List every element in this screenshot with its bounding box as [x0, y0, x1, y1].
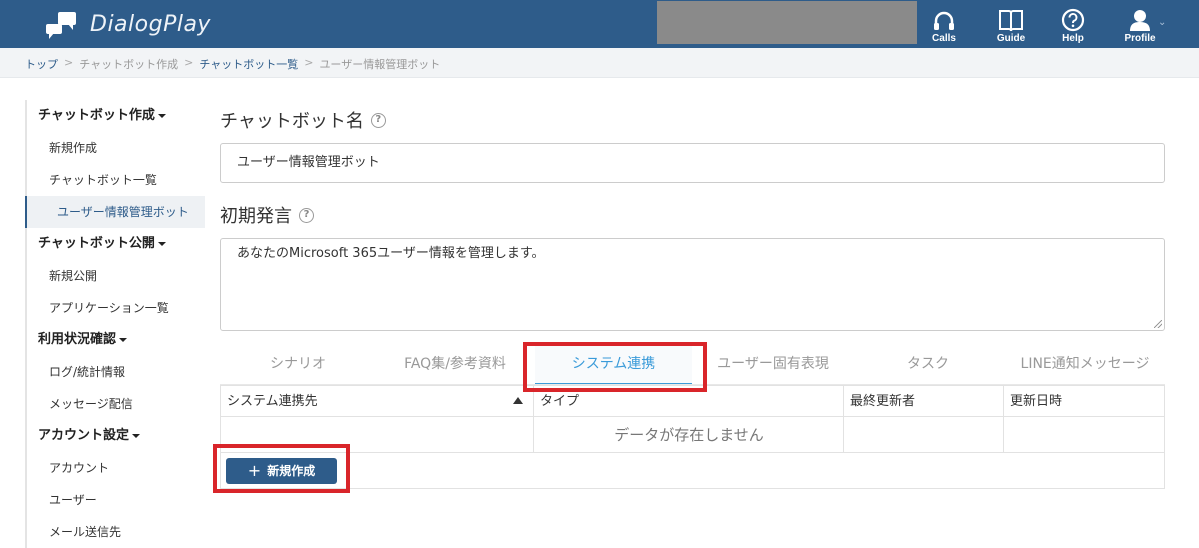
- sidebar-item-users[interactable]: ユーザー: [25, 484, 205, 516]
- tab-user-expressions[interactable]: ユーザー固有表現: [708, 345, 838, 385]
- sidebar-item-new[interactable]: 新規作成: [25, 132, 205, 164]
- breadcrumb-separator: >: [304, 56, 314, 69]
- column-header-target[interactable]: システム連携先: [221, 386, 534, 417]
- sidebar-section-create[interactable]: チャットボット作成: [25, 100, 205, 132]
- breadcrumb-top[interactable]: トップ: [25, 56, 58, 72]
- sidebar-item-messages[interactable]: メッセージ配信: [25, 388, 205, 420]
- breadcrumb-current: ユーザー情報管理ボット: [319, 58, 441, 71]
- sidebar-section-label: 利用状況確認: [38, 332, 117, 347]
- table-cell: [1004, 417, 1164, 453]
- bot-name-label: チャットボット名: [220, 111, 364, 132]
- bot-name-heading: チャットボット名 ?: [220, 107, 386, 133]
- caret-down-icon: [157, 113, 166, 118]
- sidebar-section-label: アカウント設定: [38, 428, 130, 443]
- breadcrumb-bar: トップ > チャットボット作成 > チャットボット一覧 > ユーザー情報管理ボッ…: [0, 48, 1199, 78]
- tab-task[interactable]: タスク: [880, 345, 976, 385]
- highlight-box-tab: [523, 342, 707, 392]
- bot-name-input[interactable]: ユーザー情報管理ボット: [220, 143, 1165, 183]
- chat-bubbles-icon: [44, 10, 78, 39]
- column-header-label: システム連携先: [227, 394, 318, 409]
- sidebar-section-label: チャットボット公開: [38, 236, 155, 251]
- nav-guide-label: Guide: [996, 33, 1026, 44]
- sidebar-item-account[interactable]: アカウント: [25, 452, 205, 484]
- sidebar-item-logs[interactable]: ログ/統計情報: [25, 356, 205, 388]
- sidebar: チャットボット作成 新規作成 チャットボット一覧 ユーザー情報管理ボット チャッ…: [25, 100, 205, 548]
- nav-calls-label: Calls: [932, 33, 956, 44]
- empty-table-message: データが存在しません: [614, 426, 764, 444]
- tab-scenario[interactable]: シナリオ: [240, 345, 356, 385]
- sidebar-item-mail[interactable]: メール送信先: [25, 516, 205, 548]
- greeting-label: 初期発言: [220, 206, 292, 227]
- resize-handle-icon[interactable]: [1154, 320, 1162, 328]
- highlight-box-button: [213, 444, 350, 493]
- question-icon: [1061, 8, 1085, 32]
- greeting-textarea[interactable]: あなたのMicrosoft 365ユーザー情報を管理します。: [220, 238, 1165, 331]
- caret-down-icon: [132, 433, 141, 438]
- caret-down-icon: [119, 337, 128, 342]
- headset-icon: [934, 11, 954, 30]
- tab-faq[interactable]: FAQ集/参考資料: [390, 345, 520, 385]
- column-header-last-updater[interactable]: 最終更新者: [844, 386, 1004, 417]
- integration-table: システム連携先 タイプ 最終更新者 更新日時 データが存在しません: [220, 385, 1165, 489]
- tab-line-notification[interactable]: LINE通知メッセージ: [1005, 345, 1165, 385]
- sidebar-section-publish[interactable]: チャットボット公開: [25, 228, 205, 260]
- sidebar-item-app-list[interactable]: アプリケーション一覧: [25, 292, 205, 324]
- sort-ascending-icon[interactable]: [513, 397, 523, 404]
- nav-help-label: Help: [1062, 33, 1084, 44]
- breadcrumb-bot-list[interactable]: チャットボット一覧: [199, 56, 298, 72]
- sidebar-section-account[interactable]: アカウント設定: [25, 420, 205, 452]
- breadcrumb-create: チャットボット作成: [79, 58, 179, 71]
- nav-help[interactable]: Help: [1043, 0, 1103, 48]
- breadcrumb-separator: >: [184, 56, 194, 69]
- app-name: DialogPlay: [90, 11, 211, 37]
- caret-down-icon: [157, 241, 166, 246]
- greeting-text: あなたのMicrosoft 365ユーザー情報を管理します。: [237, 246, 545, 261]
- top-navbar: DialogPlay Calls Guide Help Profile ⌄: [0, 0, 1199, 48]
- sidebar-section-label: チャットボット作成: [38, 108, 155, 123]
- chevron-down-icon[interactable]: ⌄: [1158, 17, 1166, 28]
- column-header-updated-at[interactable]: 更新日時: [1004, 386, 1164, 417]
- help-icon[interactable]: ?: [370, 112, 386, 128]
- book-icon: [999, 10, 1023, 32]
- app-logo[interactable]: DialogPlay: [44, 10, 211, 39]
- nav-guide[interactable]: Guide: [981, 0, 1041, 48]
- sidebar-section-usage[interactable]: 利用状況確認: [25, 324, 205, 356]
- sidebar-item-current-bot[interactable]: ユーザー情報管理ボット: [25, 196, 205, 228]
- table-cell: [844, 417, 1004, 453]
- nav-calls[interactable]: Calls: [914, 0, 974, 48]
- nav-profile-label: Profile: [1124, 33, 1156, 44]
- search-box[interactable]: [657, 1, 917, 44]
- help-icon[interactable]: ?: [299, 207, 314, 223]
- sidebar-item-bot-list[interactable]: チャットボット一覧: [25, 164, 205, 196]
- breadcrumb-separator: >: [64, 56, 74, 69]
- greeting-heading: 初期発言 ?: [220, 202, 314, 228]
- sidebar-item-new-publish[interactable]: 新規公開: [25, 260, 205, 292]
- breadcrumb: トップ > チャットボット作成 > チャットボット一覧 > ユーザー情報管理ボッ…: [25, 56, 440, 72]
